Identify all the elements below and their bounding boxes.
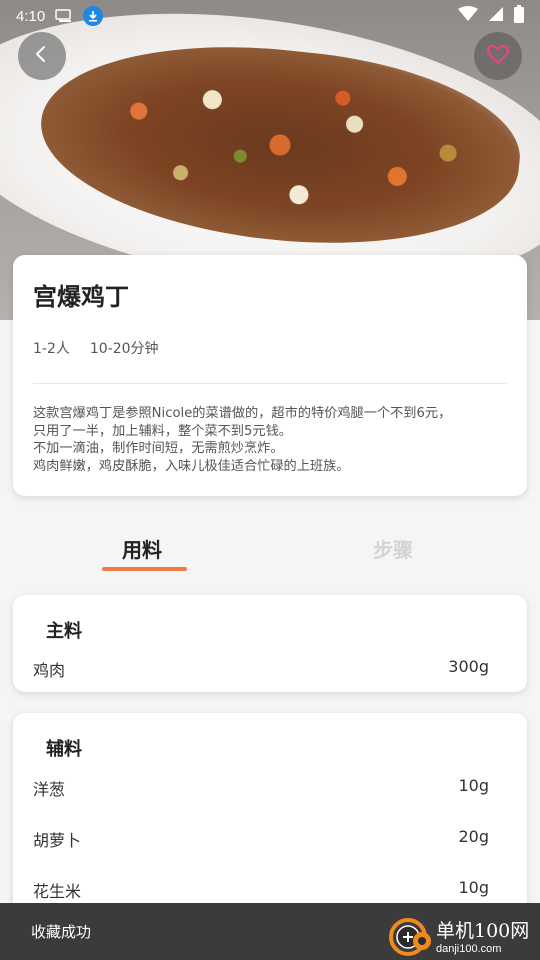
section-title: 辅料 [46,739,82,760]
ingredient-amount: 10g [458,776,489,795]
recipe-description: 这款宫爆鸡丁是参照Nicole的菜谱做的，超市的特价鸡腿一个不到6元， 只用了一… [33,405,509,475]
favorite-button[interactable] [474,32,522,80]
ingredient-name: 胡萝卜 [33,831,82,850]
wifi-icon [458,6,478,26]
ingredient-row: 花生米 10g [33,878,489,902]
duration: 10-20分钟 [89,341,159,357]
ingredient-row: 鸡肉 300g [33,657,489,681]
servings: 1-2人 [33,341,70,357]
toast-message: 收藏成功 [31,923,92,941]
ingredient-row: 洋葱 10g [33,776,489,800]
watermark-url: danji100.com [436,942,502,955]
description-line: 鸡肉鲜嫩，鸡皮酥脆，入味儿极佳适合忙碌的上班族。 [33,458,350,474]
ingredient-name: 洋葱 [33,780,66,799]
back-button[interactable] [18,32,66,80]
divider [33,383,507,384]
heart-outline-icon [486,43,510,69]
sim-icon [55,8,75,24]
ingredient-amount: 20g [458,827,489,846]
tab-ingredients[interactable]: 用料 [122,534,162,563]
tab-steps[interactable]: 步骤 [373,534,413,563]
ingredient-amount: 10g [458,878,489,897]
status-time: 4:10 [16,7,46,25]
battery-icon [514,5,524,27]
chevron-left-icon [33,45,51,67]
download-icon [83,6,104,26]
signal-icon [488,6,504,26]
description-line: 只用了一半，加上辅料，整个菜不到5元钱。 [33,423,292,439]
ingredient-name: 花生米 [33,882,82,901]
main-ingredients-card: 主料 鸡肉 300g [13,595,527,692]
recipe-meta: 1-2人 10-20分钟 [33,338,159,358]
watermark-logo-icon [388,913,432,957]
ingredient-amount: 300g [448,657,489,676]
status-bar: 4:10 [0,0,540,32]
tab-indicator [102,567,187,571]
section-title: 主料 [46,621,82,642]
tab-bar: 用料 步骤 [0,520,540,580]
watermark: 单机100网 danji100.com [388,912,538,958]
ingredient-row: 胡萝卜 20g [33,827,489,851]
ingredient-name: 鸡肉 [33,661,66,680]
recipe-info-card: 宫爆鸡丁 1-2人 10-20分钟 这款宫爆鸡丁是参照Nicole的菜谱做的，超… [13,255,527,496]
recipe-title: 宫爆鸡丁 [33,283,129,311]
description-line: 不加一滴油，制作时间短，无需煎炒烹炸。 [33,441,284,456]
description-line: 这款宫爆鸡丁是参照Nicole的菜谱做的，超市的特价鸡腿一个不到6元， [33,406,452,421]
watermark-title: 单机100网 [436,919,530,942]
